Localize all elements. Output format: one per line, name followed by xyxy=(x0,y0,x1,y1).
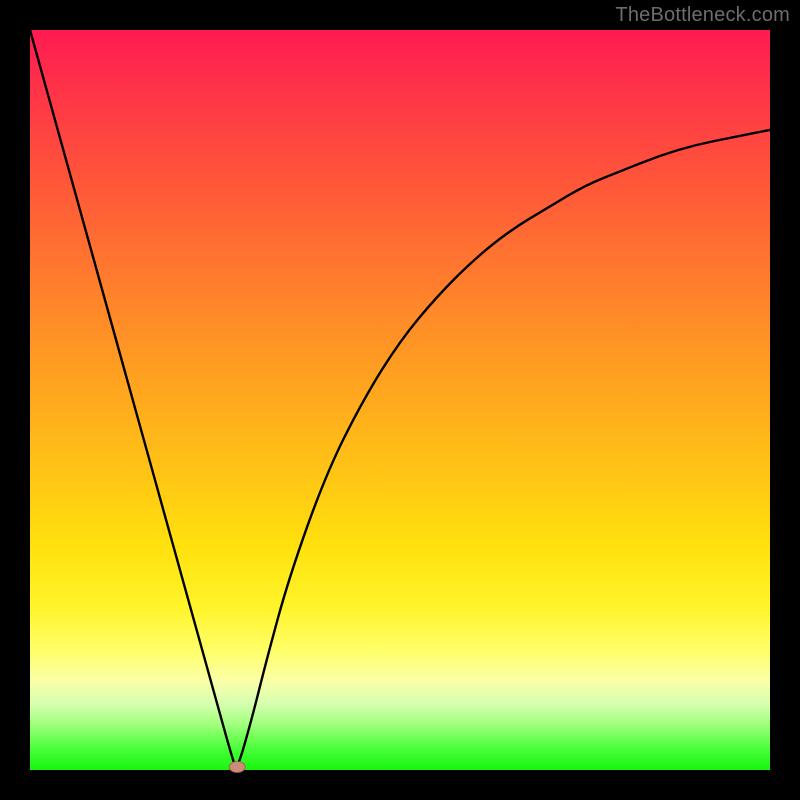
curve-line xyxy=(30,30,770,767)
watermark-text: TheBottleneck.com xyxy=(615,4,790,27)
minimum-marker xyxy=(229,762,245,773)
plot-area xyxy=(30,30,770,770)
chart-svg xyxy=(30,30,770,770)
chart-frame: TheBottleneck.com xyxy=(0,0,800,800)
